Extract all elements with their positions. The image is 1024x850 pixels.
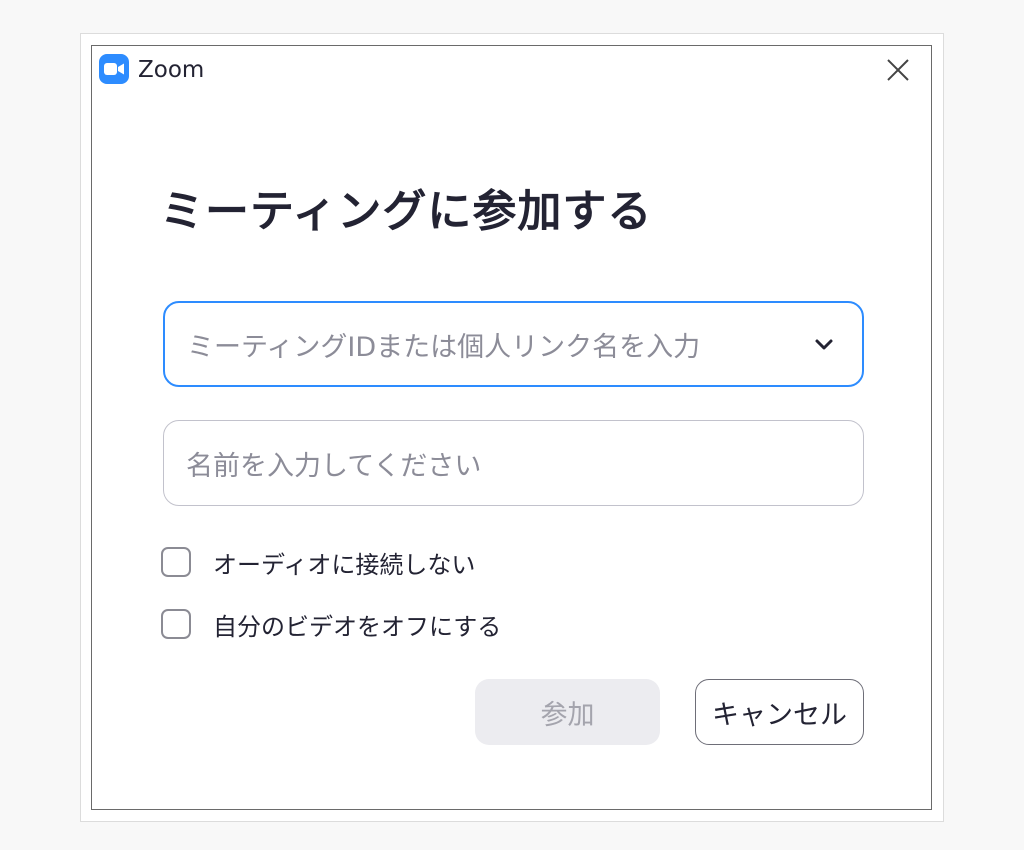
cancel-button[interactable]: キャンセル xyxy=(695,679,864,745)
chevron-down-icon[interactable] xyxy=(812,333,836,357)
video-off-checkbox[interactable] xyxy=(161,609,191,639)
name-placeholder: 名前を入力してください xyxy=(186,450,482,482)
option-video-off[interactable]: 自分のビデオをオフにする xyxy=(161,606,501,642)
no-audio-label: オーディオに接続しない xyxy=(213,550,476,579)
close-button[interactable] xyxy=(880,52,916,88)
page-title: ミーティングに参加する xyxy=(160,186,653,237)
zoom-logo-icon xyxy=(99,54,129,84)
join-button[interactable]: 参加 xyxy=(475,679,660,745)
meeting-id-input[interactable]: ミーティングIDまたは個人リンク名を入力 xyxy=(163,301,864,387)
option-no-audio[interactable]: オーディオに接続しない xyxy=(161,544,475,580)
close-icon xyxy=(887,59,909,81)
name-input[interactable]: 名前を入力してください xyxy=(163,420,864,506)
video-off-label: 自分のビデオをオフにする xyxy=(213,612,502,641)
window-title: Zoom xyxy=(138,57,205,83)
meeting-id-placeholder: ミーティングIDまたは個人リンク名を入力 xyxy=(187,331,701,363)
no-audio-checkbox[interactable] xyxy=(161,547,191,577)
